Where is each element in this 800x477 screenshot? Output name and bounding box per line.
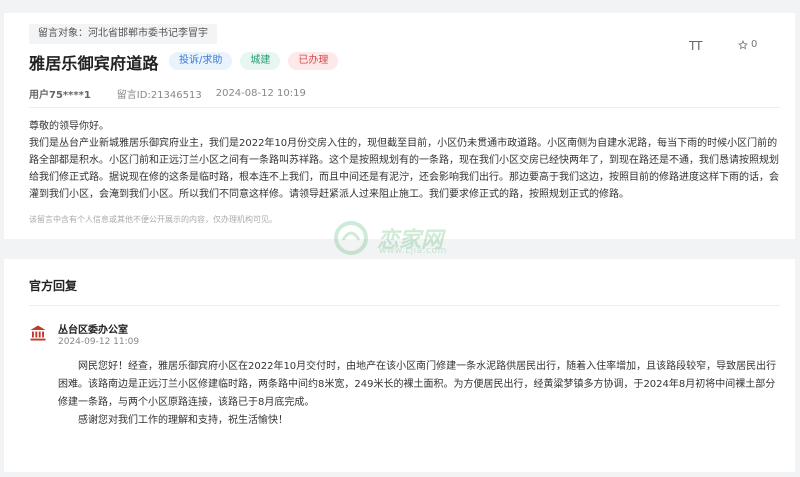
font-size-icon[interactable]: TT <box>689 39 702 53</box>
message-card: 留言对象：河北省邯郸市委书记李冒宇 雅居乐御宾府道路 投诉/求助 城建 已办理 … <box>4 13 795 239</box>
reply-section-title: 官方回复 <box>29 279 78 293</box>
reply-date: 2024-09-12 11:09 <box>58 337 140 347</box>
tag-field: 城建 <box>240 52 281 70</box>
tag-category: 投诉/求助 <box>169 52 233 70</box>
message-id: 留言ID:21346513 <box>116 90 202 101</box>
government-building-icon <box>30 325 46 341</box>
message-title: 雅居乐御宾府道路 <box>29 54 159 73</box>
reply-card: 官方回复 丛台区委办公室 2024-09-12 11:09 网民您好！经查，雅居… <box>4 259 795 472</box>
message-user: 用户75****1 <box>29 90 91 101</box>
message-body: 我们是丛台产业新城雅居乐御宾府业主，我们是2022年10月份交房入住的，现但截至… <box>29 138 779 200</box>
reply-paragraph: 网民您好！经查，雅居乐御宾府小区在2022年10月交付时，由地产在该小区南门修建… <box>58 361 777 408</box>
divider <box>29 305 780 306</box>
favorite-count: 0 <box>751 39 758 50</box>
privacy-notice: 该留言中含有个人信息或其他不便公开展示的内容，仅办理机构可见。 <box>29 215 277 224</box>
message-tags: 投诉/求助 城建 已办理 <box>169 52 339 70</box>
message-greeting: 尊敬的领导你好。 <box>29 121 109 132</box>
reply-content: 网民您好！经查，雅居乐御宾府小区在2022年10月交付时，由地产在该小区南门修建… <box>58 358 780 430</box>
favorite-button[interactable]: 0 <box>738 39 757 50</box>
reply-paragraph: 感谢您对我们工作的理解和支持，祝生活愉快！ <box>78 415 288 426</box>
message-datetime: 2024-08-12 10:19 <box>215 88 306 99</box>
star-icon <box>738 39 748 49</box>
message-content: 尊敬的领导你好。 我们是丛台产业新城雅居乐御宾府业主，我们是2022年10月份交… <box>29 118 781 203</box>
message-target: 留言对象：河北省邯郸市委书记李冒宇 <box>29 24 217 44</box>
watermark-url: www.Ljia.com <box>379 246 447 256</box>
divider <box>29 107 780 108</box>
message-meta: 用户75****1 留言ID:21346513 2024-08-12 10:19 <box>29 86 306 101</box>
reply-org-name: 丛台区委办公室 <box>58 325 128 336</box>
tag-status: 已办理 <box>288 52 339 70</box>
